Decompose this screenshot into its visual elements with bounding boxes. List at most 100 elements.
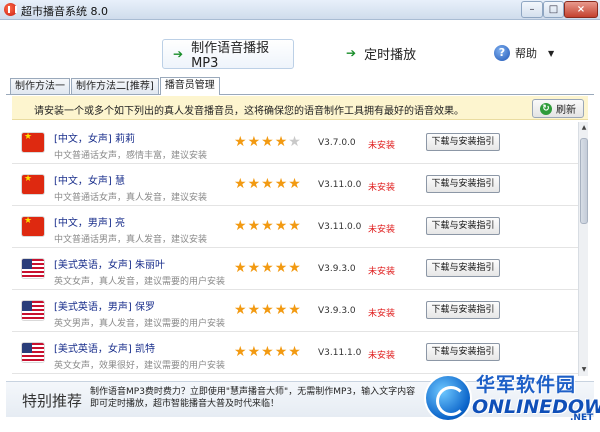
footer-title: 特别推荐 [22, 392, 83, 410]
voice-version: V3.7.0.0 [318, 138, 356, 148]
tab-method-two[interactable]: 制作方法二[推荐] [71, 78, 159, 95]
star-icon: ★ [247, 344, 261, 360]
rating-stars: ★ ★ ★ ★ ★ [234, 177, 301, 191]
star-icon: ★ [247, 260, 261, 276]
voice-name: [美式英语，女声] 朱丽叶 [54, 260, 165, 271]
star-icon: ★ [288, 176, 301, 192]
install-status: 未安装 [368, 309, 396, 319]
star-icon: ★ [288, 260, 301, 276]
title-bar: 超市播音系统 8.0 – □ × [0, 0, 600, 20]
scroll-up-icon[interactable]: ▲ [579, 122, 589, 134]
watermark: 华军软件园 ONLINEDOWN .NET [424, 362, 600, 432]
download-guide-button[interactable]: 下载与安装指引 [426, 301, 500, 319]
scroll-thumb[interactable] [580, 138, 588, 224]
voice-version: V3.11.1.0 [318, 348, 362, 358]
voice-description: 中文普通话女声，感情丰富，建议安装 [54, 151, 208, 161]
tab-method-one[interactable]: 制作方法一 [10, 78, 70, 95]
star-icon: ★ [261, 344, 274, 360]
rating-stars: ★ ★ ★ ★ ★ [234, 219, 301, 233]
star-icon: ★ [274, 176, 288, 192]
download-guide-button[interactable]: 下载与安装指引 [426, 217, 500, 235]
voice-description: 中文普通话女声，真人发音，建议安装 [54, 193, 208, 203]
star-icon: ★ [288, 302, 301, 318]
star-icon: ★ [261, 134, 274, 150]
watermark-logo-icon [426, 376, 470, 420]
arrow-right-icon: ➔ [346, 46, 357, 60]
voice-row: [中文，女声] 莉莉中文普通话女声，感情丰富，建议安装★★★★★V3.7.0.0… [12, 122, 578, 164]
download-guide-button[interactable]: 下载与安装指引 [426, 175, 500, 193]
help-icon: ? [494, 45, 510, 61]
star-icon: ★ [234, 344, 247, 360]
voice-name: [美式英语，女声] 凯特 [54, 344, 155, 355]
us-flag-icon [22, 259, 44, 278]
star-icon: ★ [234, 302, 247, 318]
star-icon: ★ [274, 344, 288, 360]
voice-version: V3.9.3.0 [318, 306, 356, 316]
chevron-down-icon: ▼ [548, 48, 555, 58]
star-icon: ★ [274, 134, 288, 150]
voice-row: [美式英语，女声] 朱丽叶 英文女声，真人发音，建议需要的用户安装 ★ ★ ★ ★ ★ V3.… [12, 248, 578, 290]
help-menu[interactable]: ? 帮助 ▼ [494, 45, 554, 61]
scrollbar[interactable]: ▲ ▼ [578, 122, 588, 376]
voice-name: [中文，女声] 慧 [54, 176, 125, 187]
make-mp3-button[interactable]: ➔ 制作语音播报MP3 [162, 39, 294, 71]
us-flag-icon [22, 301, 44, 320]
star-icon: ★ [274, 260, 288, 276]
timer-play-button[interactable]: ➔ 定时播放 [336, 38, 426, 68]
install-status: 未安装 [368, 225, 396, 235]
footer-promo-text[interactable]: 制作语音MP3费时费力？立即使用"慧声播音大师"，无需制作MP3，输入文字内容即… [90, 386, 420, 410]
voice-row: [中文，男声] 亮中文普通话男声，真人发音，建议安装★★★★★V3.11.0.0… [12, 206, 578, 248]
china-flag-icon [22, 217, 44, 236]
star-icon: ★ [274, 302, 288, 318]
star-icon: ★ [247, 302, 261, 318]
star-icon: ★ [261, 260, 274, 276]
voice-name: [美式英语，男声] 保罗 [54, 302, 155, 313]
rating-stars: ★ ★ ★ ★ ★ [234, 303, 301, 317]
refresh-button[interactable]: ↻ 刷新 [532, 99, 584, 118]
toolbar: ➔ 制作语音播报MP3 ➔ 定时播放 ? 帮助 ▼ [6, 26, 594, 72]
make-mp3-label: 制作语音播报MP3 [191, 41, 270, 71]
download-guide-button[interactable]: 下载与安装指引 [426, 343, 500, 361]
help-label: 帮助 [515, 47, 537, 60]
maximize-button[interactable]: □ [543, 1, 564, 18]
star-icon: ★ [234, 260, 247, 276]
download-guide-button[interactable]: 下载与安装指引 [426, 259, 500, 277]
rating-stars: ★ ★ ★ ★ ★ [234, 135, 301, 149]
star-icon: ★ [247, 218, 261, 234]
timer-play-label: 定时播放 [364, 47, 417, 63]
star-icon: ★ [247, 134, 261, 150]
arrow-right-icon: ➔ [173, 47, 184, 61]
voice-list: [中文，女声] 莉莉中文普通话女声，感情丰富，建议安装★★★★★V3.7.0.0… [12, 122, 578, 376]
tab-announcer-management[interactable]: 播音员管理 [159, 77, 220, 95]
voice-description: 英文男声，真人发音，建议需要的用户安装 [54, 319, 226, 329]
refresh-icon: ↻ [540, 102, 552, 115]
info-bar: 请安装一个或多个如下列出的真人发音播音员，这将确保您的语音制作工具拥有最好的语音… [12, 96, 588, 120]
us-flag-icon [22, 343, 44, 362]
voice-row: [美式英语，男声] 保罗 英文男声，真人发音，建议需要的用户安装 ★ ★ ★ ★ ★ V3.9… [12, 290, 578, 332]
voice-description: 英文女声，效果很好，建议需要的用户安装 [54, 361, 226, 371]
voice-version: V3.11.0.0 [318, 180, 362, 190]
star-icon: ★ [261, 176, 274, 192]
refresh-label: 刷新 [556, 105, 576, 116]
star-icon: ★ [261, 302, 274, 318]
download-guide-button[interactable]: 下载与安装指引 [426, 133, 500, 151]
star-icon: ★ [288, 344, 301, 360]
star-icon: ★ [288, 218, 301, 234]
voice-version: V3.11.0.0 [318, 222, 362, 232]
voice-version: V3.9.3.0 [318, 264, 356, 274]
rating-stars: ★ ★ ★ ★ ★ [234, 345, 301, 359]
star-icon: ★ [274, 218, 288, 234]
minimize-button[interactable]: – [521, 1, 543, 18]
tab-divider [6, 94, 594, 95]
watermark-com: .NET [570, 413, 594, 423]
voice-name: [中文，男声] 亮 [54, 218, 125, 229]
watermark-cn: 华军软件园 [476, 374, 577, 396]
china-flag-icon [22, 175, 44, 194]
install-status: 未安装 [368, 183, 396, 193]
window-title: 超市播音系统 8.0 [21, 5, 108, 18]
app-icon [4, 3, 17, 16]
close-button[interactable]: × [564, 1, 598, 18]
tab-strip: 制作方法一 制作方法二[推荐] 播音员管理 [10, 77, 221, 95]
voice-description: 英文女声，真人发音，建议需要的用户安装 [54, 277, 226, 287]
install-status: 未安装 [368, 267, 396, 277]
